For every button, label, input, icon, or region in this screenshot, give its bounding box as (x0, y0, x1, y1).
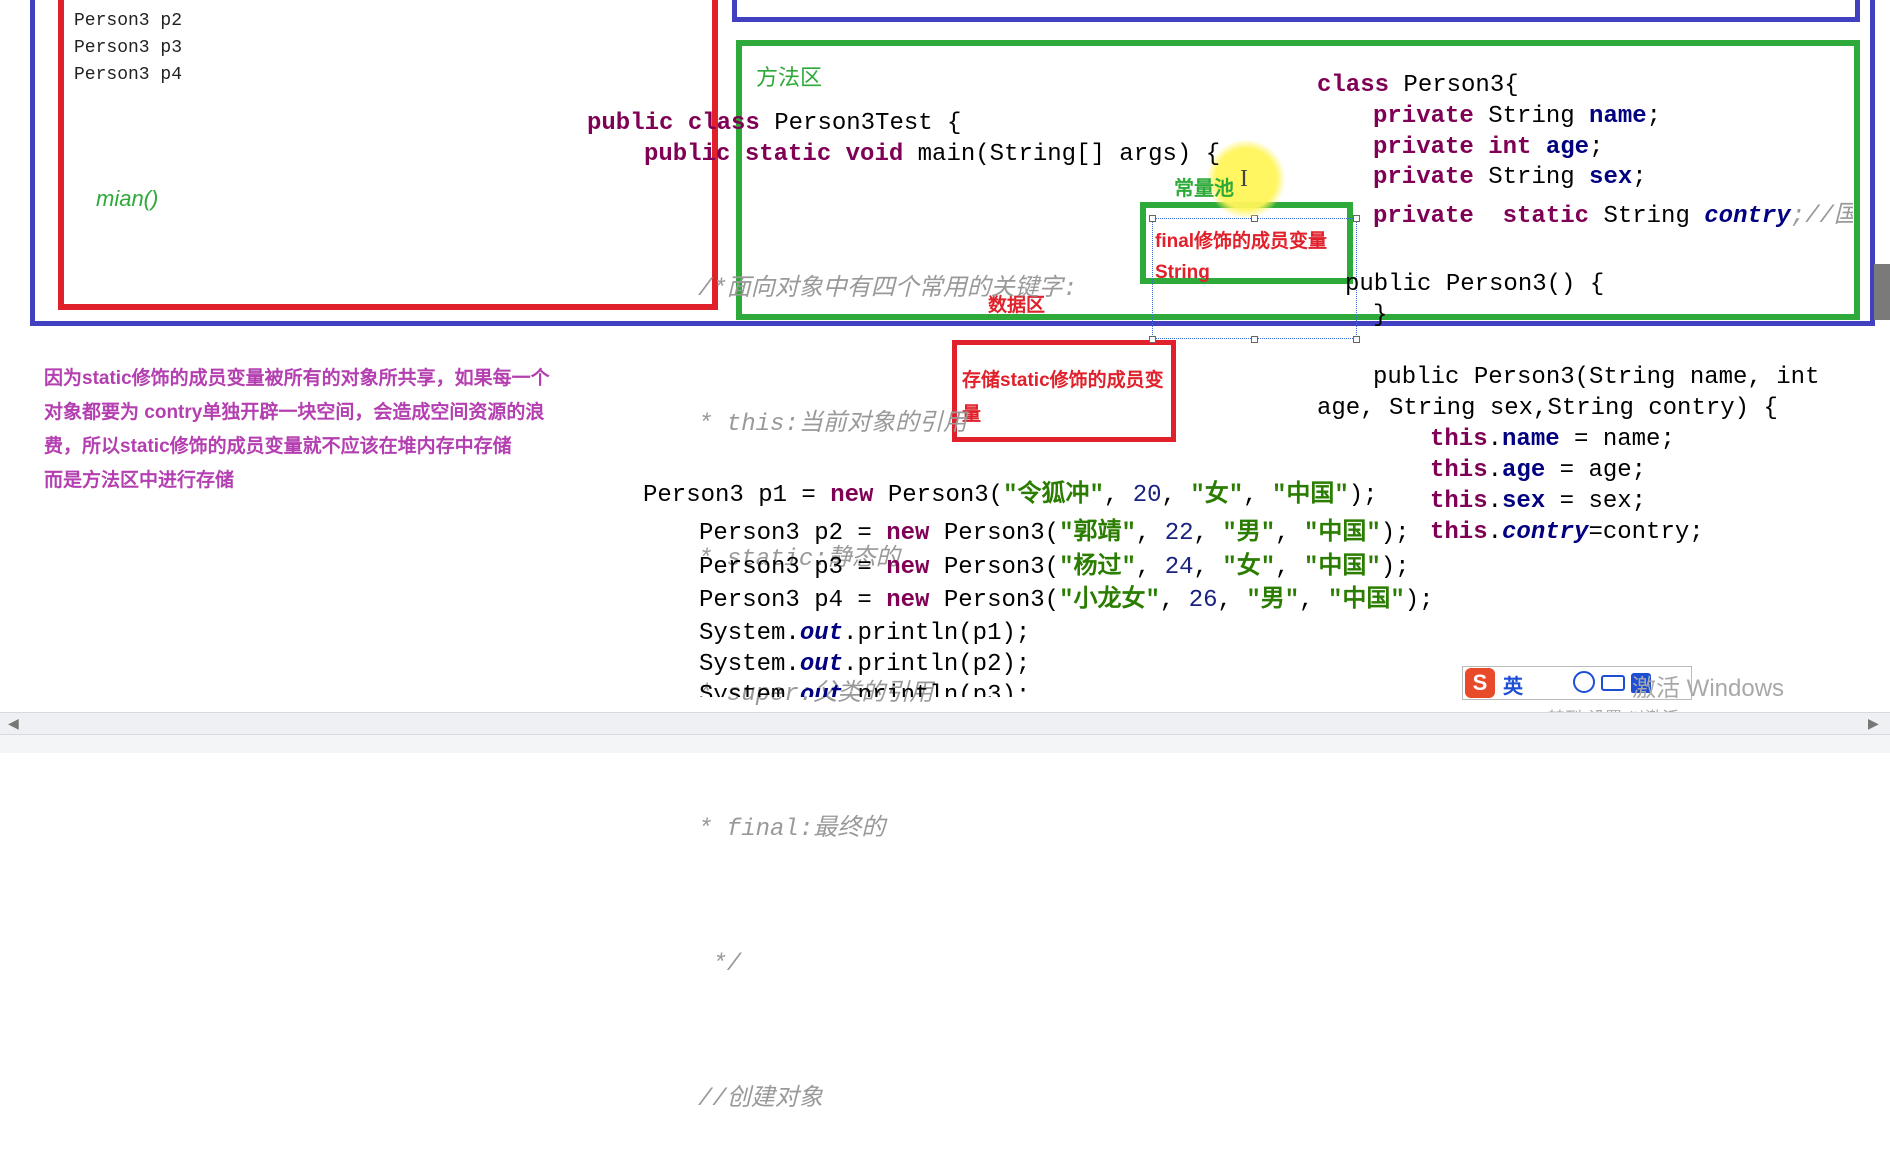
comment-line: /*面向对象中有四个常用的关键字: (698, 276, 1078, 303)
field-decl: private String sex; (1373, 164, 1647, 191)
create-object-line: Person3 p2 = new Person3("郭靖", 22, "男", … (699, 520, 1410, 547)
stack-var: Person3 p4 (74, 65, 183, 85)
assign-line: this.contry=contry; (1430, 519, 1704, 546)
main-frame-label: mian() (96, 186, 159, 211)
status-bar (0, 734, 1890, 753)
println-line: System.out.println(p2); (699, 651, 1031, 678)
create-object-line: Person3 p4 = new Person3("小龙女", 26, "男",… (699, 587, 1434, 614)
stack-var: Person3 p3 (74, 38, 183, 58)
resize-handle[interactable] (1251, 336, 1258, 343)
note-line: 而是方法区中进行存储 (44, 470, 235, 491)
keyboard-icon[interactable] (1601, 675, 1625, 691)
resize-handle[interactable] (1149, 336, 1156, 343)
resize-handle[interactable] (1353, 336, 1360, 343)
create-object-line: Person3 p1 = new Person3("令狐冲", 20, "女",… (643, 482, 1378, 509)
comment-line: //创建对象 (698, 1086, 823, 1113)
top-blue-box (732, 0, 1860, 22)
full-constructor-line2: age, String sex,String contry) { (1317, 395, 1778, 422)
println-line: System.out.println(p1); (699, 620, 1031, 647)
emoji-icon[interactable] (1573, 671, 1595, 693)
string-label: String (1155, 262, 1210, 283)
person3-class-decl: class Person3{ (1317, 72, 1519, 99)
note-line: 因为static修饰的成员变量被所有的对象所共享，如果每一个 (44, 368, 550, 389)
static-note: 因为static修饰的成员变量被所有的对象所共享，如果每一个 对象都要为 con… (44, 362, 550, 498)
resize-handle[interactable] (1149, 215, 1156, 222)
vertical-scroll-thumb[interactable] (1874, 264, 1890, 320)
constructor-close: } (1373, 302, 1388, 329)
comment-line: * final:最终的 (698, 816, 886, 843)
static-field-decl: private static String contry;//国家 (1373, 203, 1853, 230)
assign-line: this.name = name; (1430, 426, 1675, 453)
main-method-decl: public static void main(String[] args) { (644, 141, 1221, 168)
final-field-label: final修饰的成员变量 (1155, 231, 1328, 252)
create-object-line: Person3 p3 = new Person3("杨过", 24, "女", … (699, 554, 1410, 581)
activate-windows-title: 激活 Windows (1632, 675, 1785, 702)
assign-line: this.age = age; (1430, 457, 1647, 484)
constant-pool-label: 常量池 (1174, 178, 1234, 200)
text-cursor-icon: I (1240, 166, 1248, 192)
field-decl: private String name; (1373, 103, 1662, 130)
comment-line: * this:当前对象的引用 (698, 411, 967, 438)
stack-var: Person3 p2 (74, 11, 183, 31)
println-line: System.out.println(p3); (699, 682, 1031, 697)
sogou-logo-icon: S (1465, 668, 1495, 698)
method-area-label: 方法区 (756, 65, 823, 90)
note-line: 费，所以static修饰的成员变量就不应该在堆内存中存储 (44, 436, 512, 457)
scroll-left-icon[interactable]: ◀ (8, 715, 19, 732)
horizontal-scrollbar[interactable]: ◀ ▶ (0, 712, 1890, 735)
stack-var-list: Person3 p2 Person3 p3 Person3 p4 (74, 8, 182, 89)
resize-handle[interactable] (1353, 215, 1360, 222)
field-decl: private int age; (1373, 134, 1604, 161)
ime-language-label[interactable]: 英 (1503, 670, 1523, 699)
note-line: 对象都要为 contry单独开辟一块空间，会造成空间资源的浪 (44, 402, 545, 423)
assign-line: this.sex = sex; (1430, 488, 1647, 515)
default-constructor: public Person3() { (1345, 271, 1605, 298)
comment-line: */ (698, 951, 742, 978)
full-constructor-line1: public Person3(String name, int (1373, 364, 1820, 391)
scroll-right-icon[interactable]: ▶ (1868, 715, 1879, 732)
test-class-decl: public class Person3Test { (587, 110, 962, 137)
